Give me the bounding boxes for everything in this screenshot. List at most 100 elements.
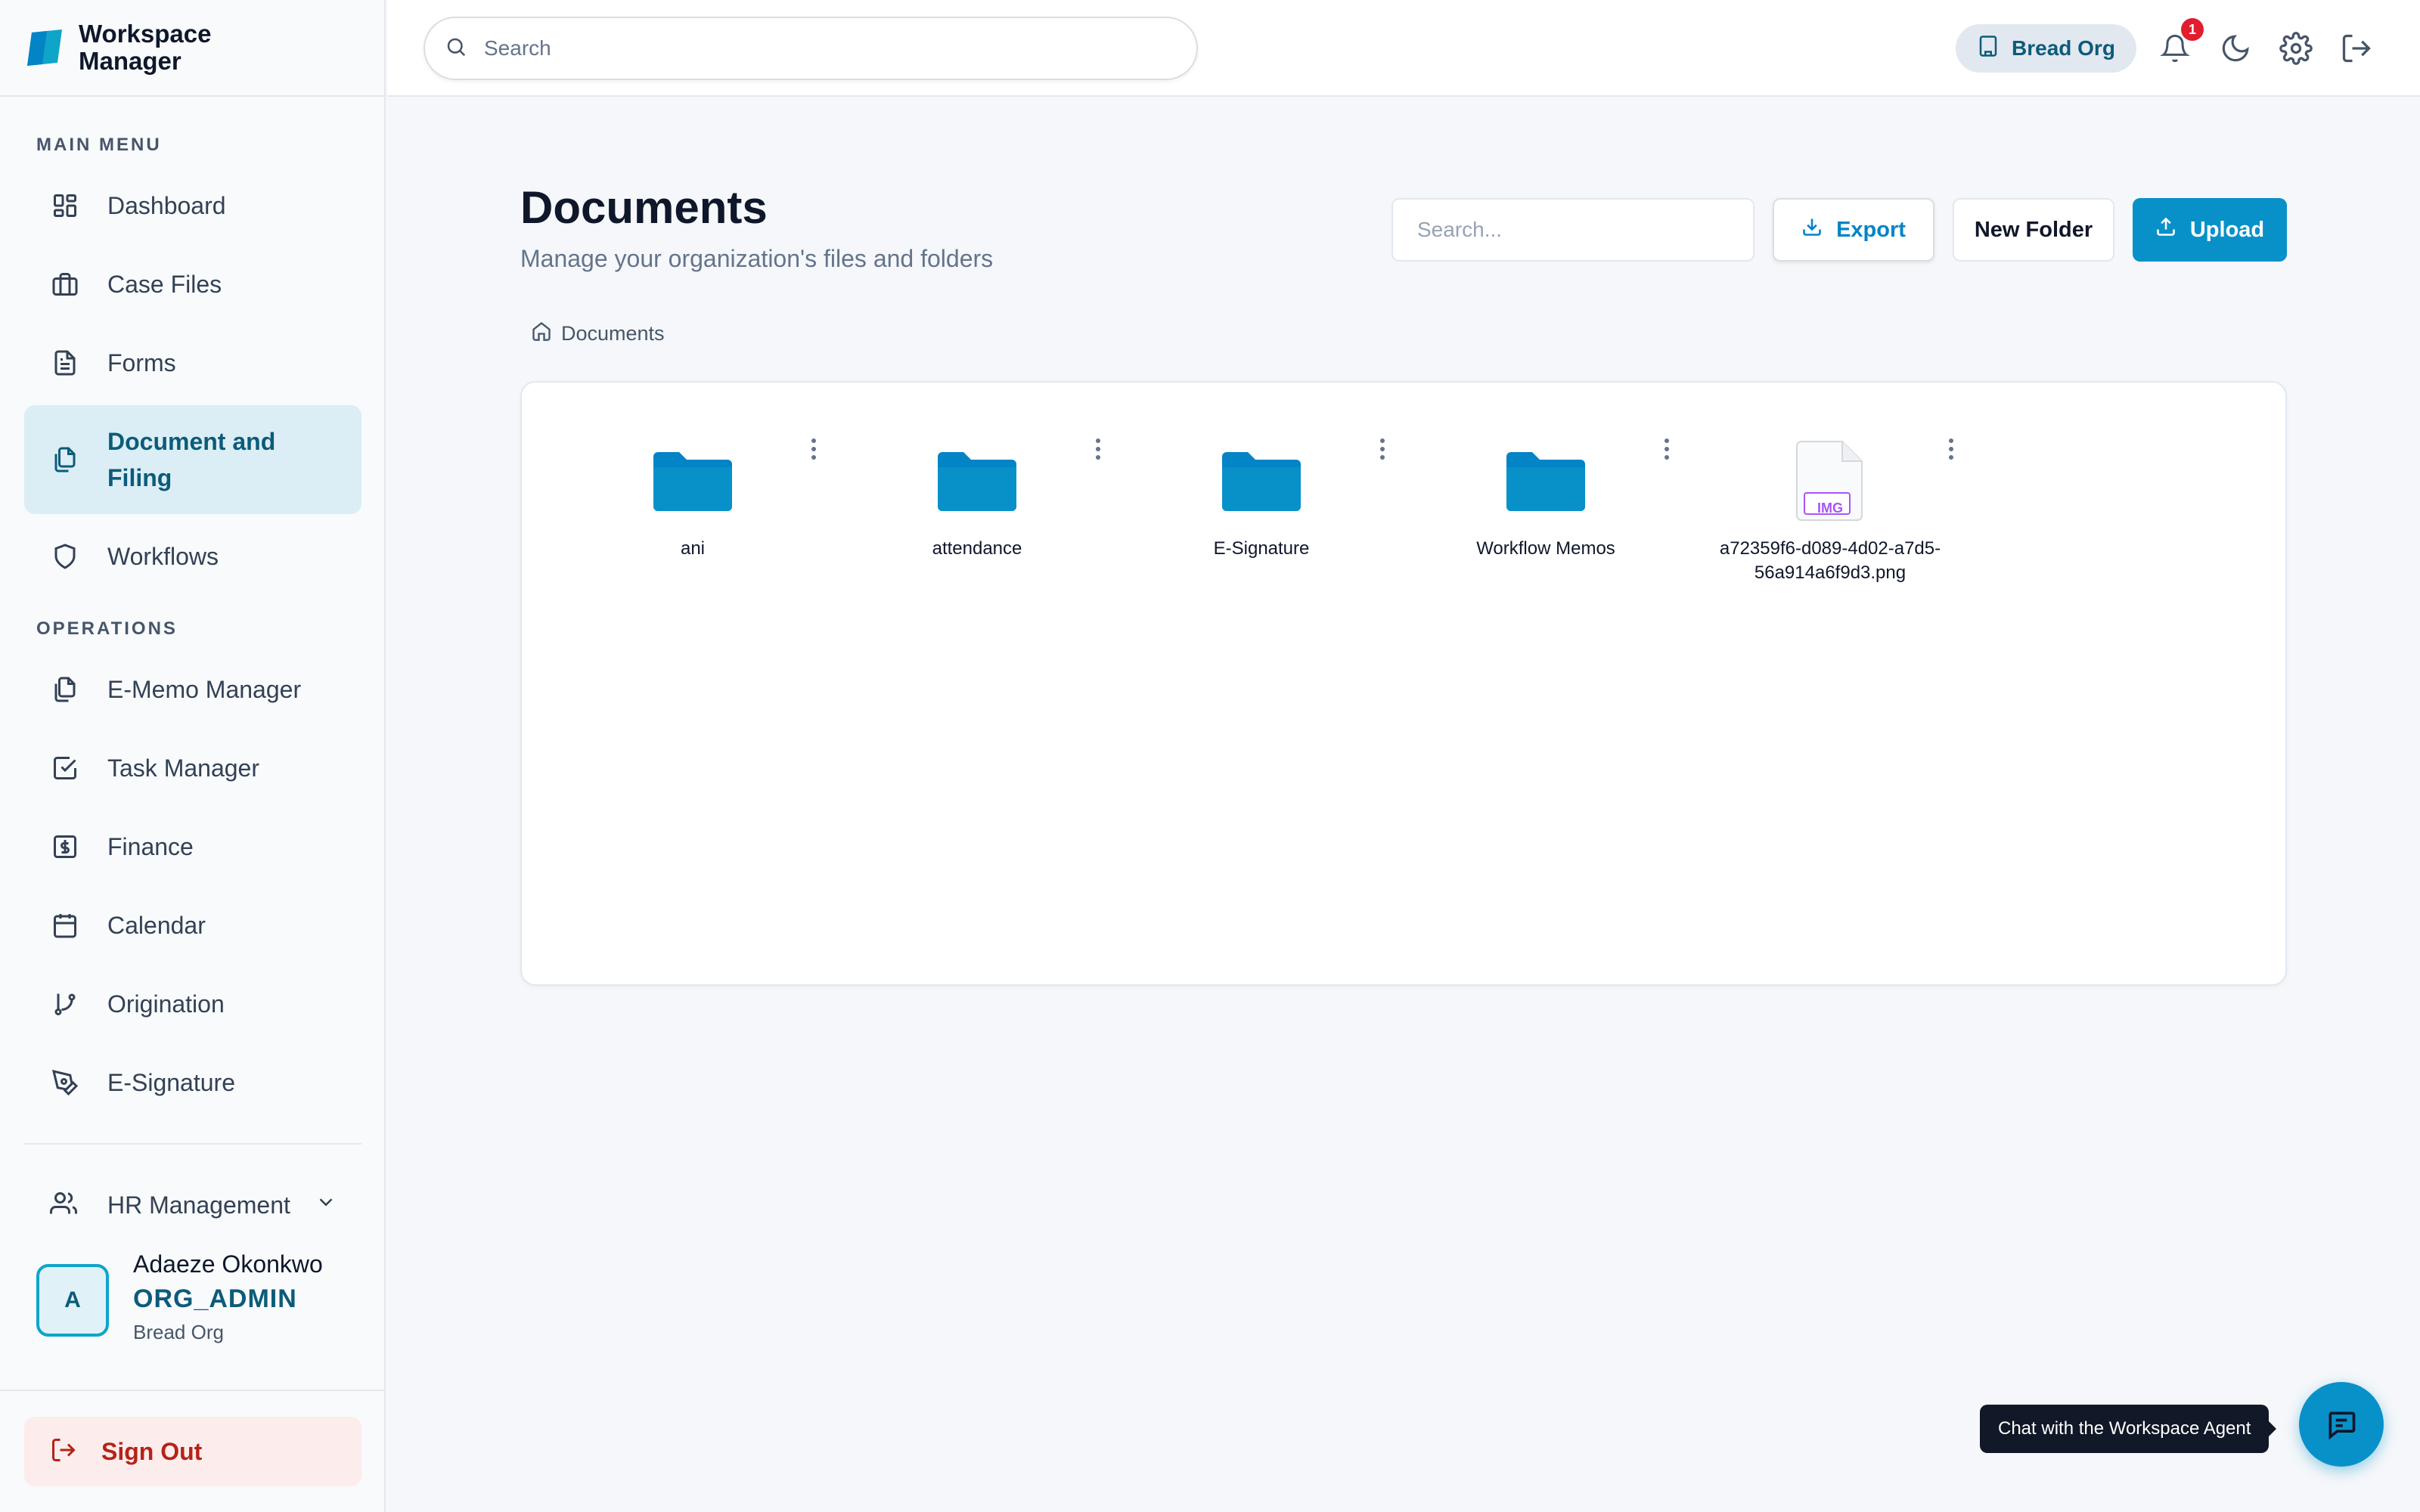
git-branch-icon bbox=[50, 989, 80, 1019]
sidebar-item-dashboard[interactable]: Dashboard bbox=[24, 171, 361, 240]
sign-out-button[interactable]: Sign Out bbox=[24, 1417, 361, 1486]
page-title: Documents bbox=[520, 182, 768, 233]
topbar: Bread Org 1 bbox=[387, 0, 2420, 97]
notification-badge: 1 bbox=[2181, 18, 2204, 41]
sidebar-item-label: Finance bbox=[107, 832, 194, 860]
main-menu-heading: MAIN MENU bbox=[36, 135, 162, 155]
new-folder-label: New Folder bbox=[1974, 217, 2093, 242]
calendar-icon bbox=[50, 910, 80, 940]
file-grid: ani attendance E-Signature Workflow Memo… bbox=[520, 381, 2287, 986]
file-name: a72359f6-d089-4d02-a7d5-56a914a6f9d3.png bbox=[1719, 538, 1941, 583]
global-search[interactable] bbox=[424, 17, 1198, 80]
folder-item[interactable]: E-Signature bbox=[1119, 435, 1404, 561]
sidebar-item-calendar[interactable]: Calendar bbox=[24, 891, 361, 960]
user-org: Bread Org bbox=[133, 1321, 224, 1343]
document-search[interactable] bbox=[1392, 198, 1754, 262]
sidebar-item-label: HR Management bbox=[107, 1191, 290, 1219]
sidebar-item-label: E-Memo Manager bbox=[107, 675, 302, 703]
sidebar-item-e-signature[interactable]: E-Signature bbox=[24, 1048, 361, 1117]
sign-out-label: Sign Out bbox=[101, 1437, 203, 1465]
sidebar: Workspace Manager MAIN MENU Dashboard Ca… bbox=[0, 0, 386, 1512]
sidebar-divider bbox=[0, 1390, 386, 1391]
file-text-icon bbox=[50, 348, 80, 378]
more-options-icon[interactable] bbox=[1659, 435, 1674, 463]
operations-heading: OPERATIONS bbox=[36, 618, 178, 639]
org-switcher[interactable]: Bread Org bbox=[1956, 24, 2136, 73]
sidebar-item-label: Forms bbox=[107, 349, 176, 376]
folder-icon bbox=[1216, 435, 1307, 526]
folder-item[interactable]: ani bbox=[551, 435, 835, 561]
notifications-button[interactable]: 1 bbox=[2155, 18, 2204, 68]
upload-button[interactable]: Upload bbox=[2133, 198, 2287, 262]
document-search-input[interactable] bbox=[1417, 218, 1735, 242]
sidebar-item-label: Dashboard bbox=[107, 191, 226, 219]
export-label: Export bbox=[1836, 217, 1906, 242]
dollar-icon bbox=[50, 832, 80, 862]
dashboard-icon bbox=[50, 191, 80, 221]
brand[interactable]: Workspace Manager bbox=[0, 0, 384, 97]
building-icon bbox=[1977, 35, 2000, 63]
workspace-logo-icon bbox=[27, 29, 62, 66]
folder-item[interactable]: attendance bbox=[835, 435, 1119, 561]
theme-toggle-button[interactable] bbox=[2216, 29, 2255, 68]
breadcrumb-label: Documents bbox=[561, 322, 665, 345]
file-item[interactable]: a72359f6-d089-4d02-a7d5-56a914a6f9d3.png… bbox=[1688, 435, 1972, 585]
global-search-input[interactable] bbox=[484, 36, 1165, 60]
moon-icon bbox=[2222, 35, 2249, 62]
sidebar-item-document-and-filing[interactable]: Document and Filing bbox=[24, 405, 361, 514]
logout-icon bbox=[2342, 34, 2371, 63]
pen-icon bbox=[50, 1067, 80, 1098]
folder-icon bbox=[932, 435, 1022, 526]
sidebar-item-label: Calendar bbox=[107, 911, 206, 939]
checkbox-icon bbox=[50, 753, 80, 783]
file-name: attendance bbox=[932, 538, 1022, 559]
new-folder-button[interactable]: New Folder bbox=[1953, 198, 2114, 262]
sidebar-item-e-memo-manager[interactable]: E-Memo Manager bbox=[24, 655, 361, 724]
chat-icon bbox=[2328, 1411, 2356, 1440]
files-icon bbox=[50, 674, 80, 705]
sidebar-item-forms[interactable]: Forms bbox=[24, 328, 361, 398]
file-name: Workflow Memos bbox=[1476, 538, 1615, 559]
sidebar-item-case-files[interactable]: Case Files bbox=[24, 249, 361, 319]
chevron-down-icon[interactable] bbox=[315, 1191, 337, 1219]
settings-button[interactable] bbox=[2276, 29, 2316, 68]
sidebar-item-label: Workflows bbox=[107, 542, 219, 570]
more-options-icon[interactable] bbox=[1944, 435, 1959, 463]
user-role: ORG_ADMIN bbox=[133, 1284, 297, 1313]
upload-label: Upload bbox=[2189, 217, 2265, 242]
sidebar-item-label: Document and Filing bbox=[107, 428, 276, 491]
upload-icon bbox=[2155, 216, 2176, 243]
export-button[interactable]: Export bbox=[1773, 198, 1934, 262]
briefcase-icon bbox=[50, 269, 80, 299]
file-name: ani bbox=[680, 538, 706, 559]
more-options-icon[interactable] bbox=[1375, 435, 1390, 463]
sidebar-item-task-manager[interactable]: Task Manager bbox=[24, 733, 361, 803]
chat-agent-button[interactable] bbox=[2299, 1382, 2384, 1467]
sidebar-item-hr-management[interactable]: HR Management bbox=[24, 1179, 361, 1231]
sidebar-item-origination[interactable]: Origination bbox=[24, 969, 361, 1039]
sidebar-item-label: Case Files bbox=[107, 270, 222, 298]
folder-item[interactable]: Workflow Memos bbox=[1404, 435, 1688, 561]
folder-icon bbox=[1500, 435, 1591, 526]
users-icon bbox=[50, 1190, 80, 1220]
logout-button[interactable] bbox=[2337, 29, 2376, 68]
user-card[interactable]: A Adaeze Okonkwo ORG_ADMIN Bread Org bbox=[36, 1247, 323, 1347]
sidebar-item-label: Task Manager bbox=[107, 754, 259, 782]
sidebar-item-label: Origination bbox=[107, 990, 225, 1018]
search-icon bbox=[445, 36, 467, 62]
logout-icon bbox=[50, 1436, 80, 1467]
page-subtitle: Manage your organization's files and fol… bbox=[520, 245, 994, 272]
file-type-badge: IMG bbox=[1817, 500, 1843, 516]
org-label: Bread Org bbox=[2012, 36, 2115, 60]
download-icon bbox=[1801, 216, 1823, 243]
sidebar-item-label: E-Signature bbox=[107, 1068, 235, 1096]
more-options-icon[interactable] bbox=[1091, 435, 1106, 463]
sidebar-item-workflows[interactable]: Workflows bbox=[24, 522, 361, 591]
more-options-icon[interactable] bbox=[806, 435, 821, 463]
sidebar-item-finance[interactable]: Finance bbox=[24, 812, 361, 881]
app-title: Workspace Manager bbox=[79, 20, 212, 75]
files-icon bbox=[50, 445, 80, 475]
user-name: Adaeze Okonkwo bbox=[133, 1250, 323, 1278]
folder-icon bbox=[647, 435, 738, 526]
breadcrumb[interactable]: Documents bbox=[531, 321, 665, 347]
